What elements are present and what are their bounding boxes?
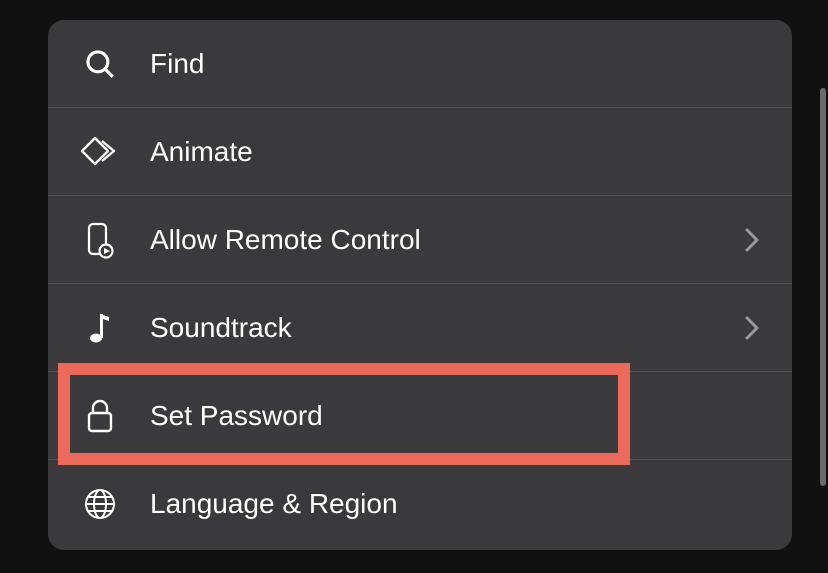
menu-item-language-region[interactable]: Language & Region	[48, 460, 792, 548]
scrollbar[interactable]	[820, 88, 826, 486]
menu-item-soundtrack[interactable]: Soundtrack	[48, 284, 792, 372]
music-icon	[78, 306, 122, 350]
search-icon	[78, 42, 122, 86]
animate-icon	[78, 130, 122, 174]
menu-item-label: Set Password	[150, 400, 762, 432]
menu-item-find[interactable]: Find	[48, 20, 792, 108]
menu-item-animate[interactable]: Animate	[48, 108, 792, 196]
chevron-right-icon	[742, 223, 762, 257]
globe-icon	[78, 482, 122, 526]
menu-item-label: Find	[150, 48, 762, 80]
menu-item-label: Allow Remote Control	[150, 224, 742, 256]
menu-item-label: Language & Region	[150, 488, 762, 520]
lock-icon	[78, 394, 122, 438]
menu-item-set-password[interactable]: Set Password	[48, 372, 792, 460]
chevron-right-icon	[742, 311, 762, 345]
menu-item-allow-remote-control[interactable]: Allow Remote Control	[48, 196, 792, 284]
menu-item-label: Animate	[150, 136, 762, 168]
remote-icon	[78, 218, 122, 262]
menu-item-label: Soundtrack	[150, 312, 742, 344]
settings-menu-panel: Find Animate Allow Remote Control	[48, 20, 792, 550]
